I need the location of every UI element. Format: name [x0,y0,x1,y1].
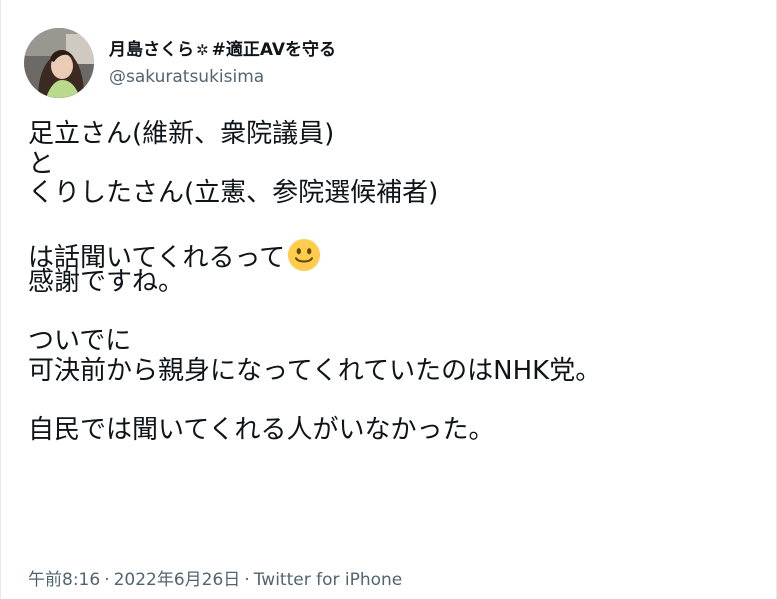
flower-icon: ✲ [196,40,209,59]
tweet-line: ついでに [28,326,132,357]
tweet-meta: 午前8:16 · 2022年6月26日 · Twitter for iPhone [28,570,402,590]
tweet-line: 自民では聞いてくれる人がいなかった。 [28,414,495,445]
display-name[interactable]: 月島さくら ✲ #適正AVを守る [109,40,336,60]
tweet-line: と [28,148,55,179]
tweet-line-with-emoji: は話聞いてくれるって [28,238,758,273]
tweet-line: 感謝ですね。 [28,266,185,297]
slightly-smiling-face-icon [288,239,321,272]
avatar[interactable] [24,28,94,98]
tweet-source[interactable]: Twitter for iPhone [254,570,403,590]
tweet-line [28,209,758,239]
avatar-image [24,28,94,98]
tweet-line [28,386,758,416]
tweet-card: 月島さくら ✲ #適正AVを守る @sakuratsukisima 足立さん(維… [0,0,777,599]
tweet-line: 足立さん(維新、衆院議員) [28,119,335,149]
tweet-header: 月島さくら ✲ #適正AVを守る @sakuratsukisima [24,28,336,98]
meta-separator: · [244,570,250,590]
tweet-time: 午前8:16 [28,570,101,590]
tweet-timestamp[interactable]: 午前8:16 · 2022年6月26日 [28,570,240,590]
tweet-line: くりしたさん(立憲、参院選候補者) [28,178,439,209]
tweet-text: 足立さん(維新、衆院議員) と くりしたさん(立憲、参院選候補者) は話聞いてく… [28,119,758,446]
display-name-prefix: 月島さくら [109,39,194,60]
user-handle[interactable]: @sakuratsukisima [109,67,336,87]
display-name-hashtag: #適正AVを守る [211,39,336,60]
meta-separator: · [104,570,110,590]
tweet-line: 可決前から親身になってくれていたのはNHK党。 [28,355,602,386]
user-names: 月島さくら ✲ #適正AVを守る @sakuratsukisima [109,40,336,87]
tweet-line [28,298,758,328]
tweet-date: 2022年6月26日 [113,570,241,590]
